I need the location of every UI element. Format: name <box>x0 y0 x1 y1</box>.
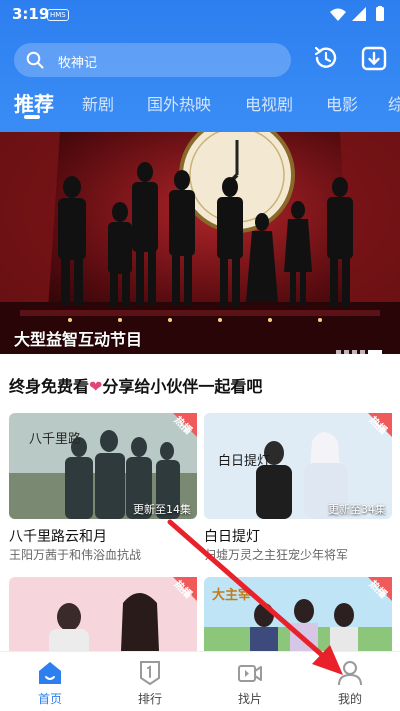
banner[interactable]: 大型益智互动节目 <box>0 132 400 354</box>
hms-badge: HMS <box>47 9 69 21</box>
card-subtitle: 归墟万灵之主狂宠少年将军 <box>204 548 349 562</box>
download-icon[interactable] <box>360 44 388 72</box>
banner-dot-active <box>368 350 382 354</box>
hot-badge: 热播 <box>358 577 392 611</box>
status-bar: 3:19 HMS <box>0 0 400 30</box>
category-tabs: 推荐 新剧 国外热映 电视剧 电影 综 <box>0 88 400 128</box>
tab-variety[interactable]: 综 <box>388 91 400 115</box>
header: 3:19 HMS 牧神记 推荐 新剧 国外热映 电视剧 电影 综 <box>0 0 400 132</box>
thumb-text: 白日提灯 <box>218 453 270 469</box>
banner-pagination <box>333 340 382 354</box>
card-title: 白日提灯 <box>204 529 260 545</box>
tab-new-drama[interactable]: 新剧 <box>82 91 114 115</box>
section-title: 终身免费看❤分享给小伙伴一起看吧 <box>9 373 262 397</box>
nav-home[interactable]: 首页 <box>0 652 100 711</box>
status-time: 3:19 <box>12 5 50 23</box>
search-icon <box>26 51 44 69</box>
status-icons <box>330 6 384 21</box>
banner-dot <box>352 350 357 354</box>
section-title-part2: 分享给小伙伴一起看吧 <box>102 377 263 396</box>
tab-movie[interactable]: 电影 <box>326 91 358 115</box>
hot-badge: 热播 <box>163 577 197 611</box>
active-tab-indicator <box>24 115 40 119</box>
battery-icon <box>376 7 384 21</box>
signal-icon <box>352 7 366 21</box>
section-title-part1: 终身免费看 <box>9 377 90 396</box>
banner-dot <box>336 350 341 354</box>
card-title: 八千里路云和月 <box>9 529 107 545</box>
banner-image <box>0 132 400 354</box>
banner-dot <box>344 350 349 354</box>
nav-label: 排行 <box>137 692 162 706</box>
nav-ranking[interactable]: 排行 <box>100 652 200 711</box>
thumb-text: 八千里路 <box>29 431 81 447</box>
episode-status: 更新至34集 <box>328 503 386 516</box>
wifi-icon <box>330 8 346 21</box>
nav-label: 找片 <box>237 692 262 706</box>
search-input[interactable]: 牧神记 <box>14 43 291 77</box>
bottom-nav: 首页 排行 找片 我的 <box>0 651 400 711</box>
search-query: 牧神记 <box>58 56 98 71</box>
nav-profile[interactable]: 我的 <box>300 652 400 711</box>
hot-badge: 热播 <box>358 413 392 447</box>
ranking-icon <box>140 661 160 686</box>
tab-recommend[interactable]: 推荐 <box>14 88 54 117</box>
tab-tv-series[interactable]: 电视剧 <box>245 91 293 115</box>
episode-status: 更新至14集 <box>133 503 191 516</box>
home-icon <box>39 662 61 684</box>
history-icon[interactable] <box>312 44 340 72</box>
nav-find[interactable]: 找片 <box>200 652 300 711</box>
banner-dot <box>360 350 365 354</box>
banner-caption: 大型益智互动节目 <box>14 330 143 349</box>
card-subtitle: 王阳万茜于和伟浴血抗战 <box>9 548 142 562</box>
hot-badge: 热播 <box>163 413 197 447</box>
heart-icon: ❤ <box>89 377 103 396</box>
video-icon <box>238 665 262 682</box>
thumb-text: 大主宰 <box>212 587 251 603</box>
profile-icon <box>338 661 362 686</box>
nav-label: 首页 <box>37 692 62 706</box>
tab-foreign[interactable]: 国外热映 <box>147 91 211 115</box>
nav-label: 我的 <box>337 692 362 706</box>
